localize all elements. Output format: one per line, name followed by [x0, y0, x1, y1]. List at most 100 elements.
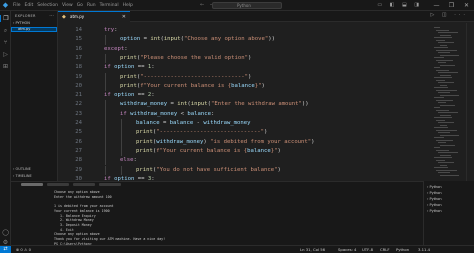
code-token: print	[136, 147, 153, 154]
line-number: 17	[75, 54, 82, 61]
line-number: 16	[75, 45, 82, 52]
code-token: :	[133, 157, 137, 164]
indent-guide	[105, 100, 106, 110]
problems-count[interactable]: ⊗ 0 ⚠ 0	[16, 247, 31, 252]
terminal-instance[interactable]: › Python	[427, 197, 442, 201]
indent-guide	[105, 165, 106, 175]
menu-item-selection[interactable]: Selection	[37, 3, 58, 8]
menu-item-edit[interactable]: Edit	[25, 3, 34, 8]
code-token: if	[120, 110, 127, 117]
code-line[interactable]: 25 print("------------------------------"…	[58, 128, 474, 138]
indent-guide	[105, 81, 106, 92]
code-line[interactable]: 27 print(f"Your current balance is {balan…	[58, 146, 474, 157]
code-token: :	[210, 110, 215, 117]
search-icon[interactable]: ⌕	[0, 27, 11, 35]
code-line[interactable]: 15 option = int(input("Choose any option …	[58, 35, 474, 45]
indent-guide	[105, 109, 106, 119]
code-line[interactable]: 14 try:	[58, 26, 474, 35]
code-token: "------------------------------"	[140, 73, 248, 80]
close-button[interactable]: ✕	[459, 0, 474, 11]
code-token: f"Your current balance is {	[156, 147, 248, 154]
line-number: 19	[75, 73, 82, 80]
code-line[interactable]: 29 print("You do not have sufficient bala…	[58, 165, 474, 175]
minimize-button[interactable]: —	[429, 0, 444, 11]
code-line[interactable]: 21 if option == 2:	[58, 91, 474, 100]
code-line[interactable]: 18 if option == 1:	[58, 63, 474, 72]
explorer-sidebar: EXPLORER ··· › PYTHON atm.py › OUTLINE ›…	[11, 11, 58, 181]
code-line[interactable]: 19 print("------------------------------"…	[58, 72, 474, 82]
account-icon[interactable]: ◯	[0, 229, 11, 236]
line-number: 29	[75, 166, 82, 173]
line-endings[interactable]: CRLF	[380, 247, 390, 252]
tab-problems[interactable]	[47, 183, 69, 186]
code-line[interactable]: 16 except:	[58, 45, 474, 54]
menu-bar: File Edit Selection View Go Run Terminal Help	[11, 3, 133, 8]
more-actions-icon[interactable]: ···	[49, 13, 54, 19]
menu-item-file[interactable]: File	[13, 3, 21, 8]
explorer-icon[interactable]: ❐	[0, 15, 11, 22]
code-line[interactable]: 22 withdraw_money = int(input("Enter the …	[58, 100, 474, 110]
tab-atm-py[interactable]: ◆ atm.py ✕	[58, 11, 130, 22]
interpreter-version[interactable]: 3.11.4	[418, 247, 430, 252]
tab-close-icon[interactable]: ✕	[122, 12, 126, 22]
tab-debug-console[interactable]	[99, 183, 121, 186]
outline-section[interactable]: › OUTLINE	[13, 167, 31, 171]
menu-item-run[interactable]: Run	[87, 3, 96, 8]
extensions-icon[interactable]: ⊞	[0, 63, 11, 70]
remote-indicator-icon[interactable]: ⇄	[0, 246, 11, 253]
code-token: print	[136, 138, 153, 145]
code-line[interactable]: 28 else:	[58, 156, 474, 166]
tab-output[interactable]	[73, 183, 95, 186]
code-token: )	[248, 54, 252, 61]
code-token: balance	[187, 110, 211, 117]
code-line[interactable]: 20 print(f"Your current balance is {balan…	[58, 81, 474, 92]
indent-guide	[121, 119, 122, 129]
code-token: input	[190, 101, 208, 108]
layout-controls[interactable]: ▭ ◧ ⬓ ◨	[377, 2, 422, 8]
cursor-position[interactable]: Ln 31, Col 56	[300, 247, 325, 252]
code-token: :	[124, 45, 128, 52]
code-text: if withdraw_money < balance:	[120, 110, 214, 119]
tab-terminal[interactable]	[21, 183, 43, 186]
code-token: try	[104, 27, 115, 33]
menu-item-go[interactable]: Go	[77, 3, 83, 8]
code-text: withdraw_money = int(input("Enter the wi…	[120, 100, 309, 109]
code-editor[interactable]: 14 try: 15 option = int(input("Choose any o…	[58, 23, 474, 181]
menu-item-view[interactable]: View	[62, 3, 73, 8]
code-line[interactable]: 17 print("Please choose the valid option"…	[58, 53, 474, 64]
source-control-icon[interactable]: ⑂	[0, 39, 11, 46]
line-number: 15	[75, 36, 82, 43]
timeline-section[interactable]: › TIMELINE	[13, 174, 32, 178]
code-token: int	[177, 101, 188, 108]
code-line[interactable]: 24 balance = balance - withdraw_money	[58, 119, 474, 129]
code-text: print(f"Your current balance is {balance…	[136, 147, 281, 156]
code-token: )	[264, 129, 268, 136]
terminal-instance[interactable]: › Python	[427, 209, 442, 213]
code-token: if	[104, 92, 111, 99]
code-token: "------------------------------"	[156, 129, 264, 136]
menu-item-terminal[interactable]: Terminal	[100, 3, 119, 8]
line-number: 18	[75, 64, 82, 71]
code-line[interactable]: 23 if withdraw_money < balance:	[58, 109, 474, 119]
menu-item-help[interactable]: Help	[123, 3, 133, 8]
terminal-instance[interactable]: › Python	[427, 203, 442, 207]
code-token: option	[120, 36, 141, 43]
run-debug-icon[interactable]: ▷	[0, 51, 11, 58]
terminal-list: › Python › Python › Python › Python › Python	[423, 181, 474, 245]
terminal-instance[interactable]: › Python	[427, 191, 442, 195]
file-atm-py[interactable]: atm.py	[11, 27, 57, 32]
activity-bar: ❐ ⌕ ⑂ ▷ ⊞ ◯ ⚙	[0, 11, 11, 253]
encoding[interactable]: UTF-8	[362, 247, 373, 252]
code-text: if option == 2:	[104, 91, 155, 100]
code-token: =	[140, 36, 151, 43]
folder-python[interactable]: › PYTHON	[13, 21, 30, 25]
language-mode[interactable]: Python	[396, 247, 409, 252]
code-token: ))	[268, 36, 275, 43]
maximize-button[interactable]: ❐	[444, 0, 459, 11]
command-center-search[interactable]: Python	[212, 2, 282, 9]
code-token: print	[136, 129, 153, 136]
editor-actions[interactable]: ▷ ◫ ···	[430, 12, 468, 18]
code-line[interactable]: 26 print(withdraw_money) "is debited from…	[58, 137, 474, 147]
indentation[interactable]: Spaces: 4	[338, 247, 356, 252]
terminal-instance[interactable]: › Python	[427, 185, 442, 189]
